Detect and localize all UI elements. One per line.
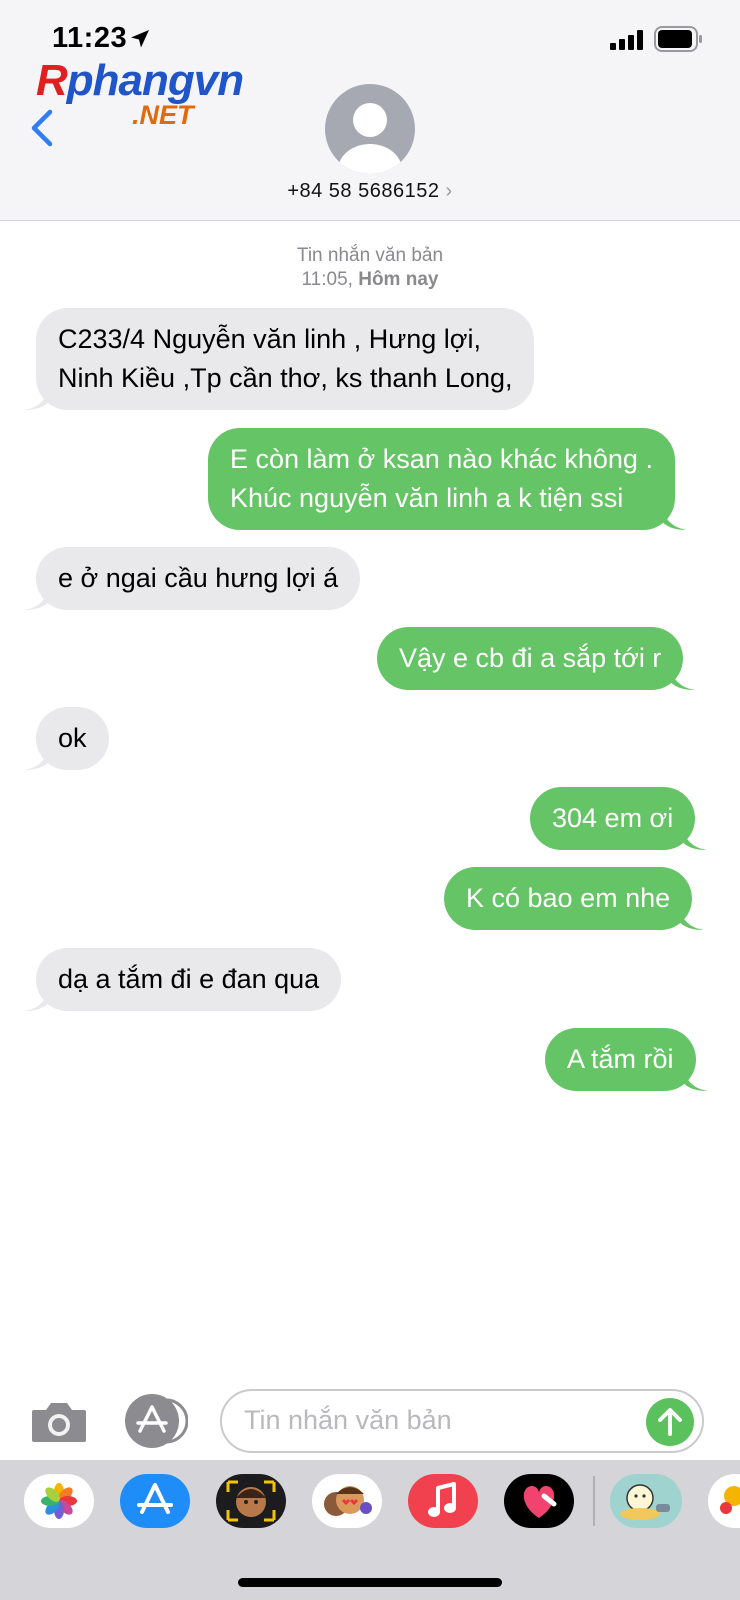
timestamp-time: 11:05, Hôm nay <box>301 269 439 290</box>
message-bubble-outgoing[interactable]: K có bao em nhe <box>444 867 705 930</box>
contact-name[interactable]: +84 58 5686152 › <box>0 180 740 203</box>
app-store-app-icon[interactable] <box>120 1474 190 1528</box>
disclosure-chevron-icon: › <box>445 180 453 202</box>
bubble-tail <box>660 506 687 530</box>
message-input[interactable]: Tin nhắn văn bản <box>220 1389 704 1453</box>
sticker-app-icon[interactable] <box>610 1474 682 1528</box>
bubble-tail <box>24 987 50 1011</box>
bubble-tail <box>678 906 705 930</box>
animoji-app-icon[interactable] <box>312 1474 382 1528</box>
bubble-tail <box>24 586 50 610</box>
music-app-icon[interactable] <box>408 1474 478 1528</box>
photos-app-icon[interactable] <box>24 1474 94 1528</box>
digital-touch-app-icon[interactable] <box>504 1474 574 1528</box>
contact-avatar[interactable] <box>325 84 415 174</box>
location-arrow-icon <box>131 30 149 48</box>
message-bubble-incoming[interactable]: dạ a tắm đi e đan qua <box>24 948 342 1011</box>
bubble-tail <box>681 826 708 850</box>
message-bubble-incoming[interactable]: e ở ngai cầu hưng lợi á <box>24 547 361 610</box>
timestamp-label: Tin nhắn văn bản <box>296 245 444 266</box>
send-button[interactable] <box>646 1398 694 1446</box>
message-bubble-incoming[interactable]: ok <box>24 707 109 770</box>
conversation-header: 11:23 Rphangvn .NET +84 58 5686152 › <box>0 0 740 221</box>
battery-icon <box>654 26 702 52</box>
message-bubble-outgoing[interactable]: 304 em ơi <box>530 787 708 850</box>
camera-icon[interactable] <box>30 1400 88 1444</box>
bubble-tail <box>24 386 50 410</box>
bubble-tail <box>681 1067 708 1091</box>
home-indicator[interactable] <box>238 1578 502 1587</box>
app-store-button-icon[interactable] <box>124 1393 188 1449</box>
drawer-divider <box>593 1476 595 1526</box>
arrow-up-icon <box>658 1408 682 1436</box>
status-time: 11:23 <box>52 22 128 54</box>
message-bubble-outgoing[interactable]: E còn làm ở ksan nào khác không . Khúc n… <box>208 428 687 530</box>
bubble-tail <box>669 666 696 690</box>
person-silhouette-icon <box>338 103 402 174</box>
cellular-signal-icon <box>610 30 643 50</box>
message-bubble-incoming[interactable]: C233/4 Nguyễn văn linh , Hưng lợi, Ninh … <box>24 308 535 410</box>
message-bubble-outgoing[interactable]: A tắm rồi <box>545 1028 708 1091</box>
bubble-tail <box>24 746 50 770</box>
message-bubble-outgoing[interactable]: Vậy e cb đi a sắp tới r <box>377 627 696 690</box>
watermark-logo: Rphangvn .NET <box>36 56 244 131</box>
back-chevron-icon[interactable] <box>28 108 56 148</box>
memoji-app-icon[interactable] <box>216 1474 286 1528</box>
thread-timestamp: Tin nhắn văn bản 11:05, Hôm nay <box>0 244 740 292</box>
message-input-placeholder: Tin nhắn văn bản <box>244 1405 452 1435</box>
